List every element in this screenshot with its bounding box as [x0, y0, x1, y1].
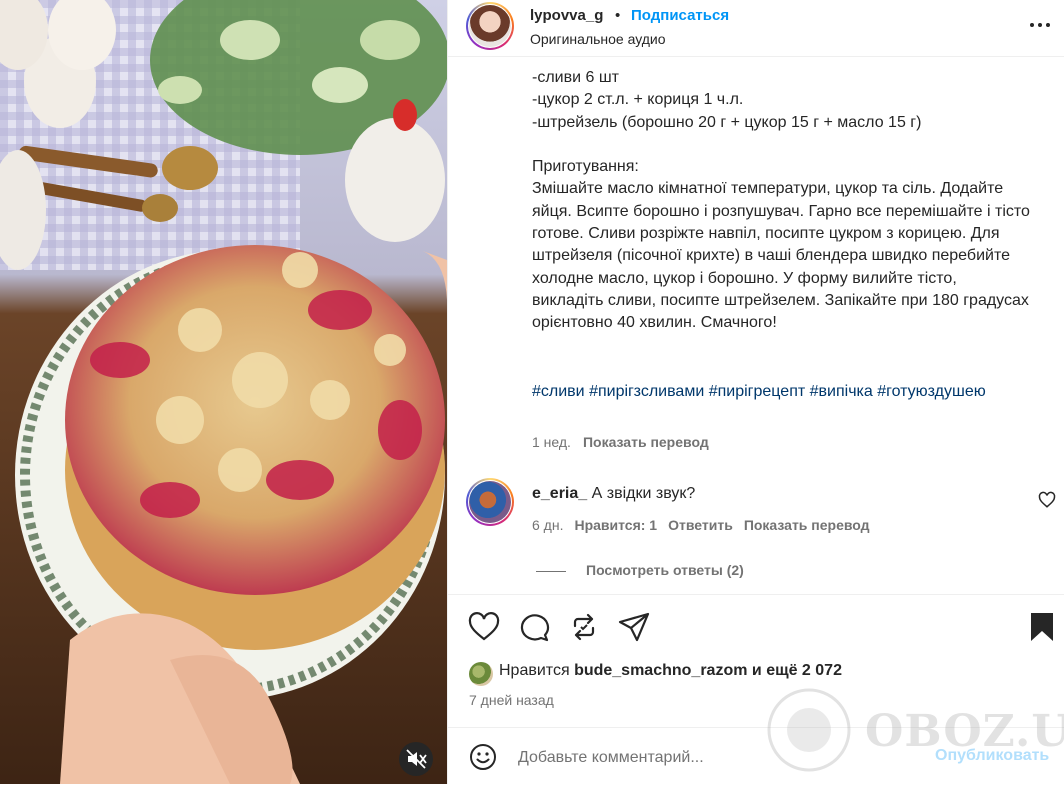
comment-likes[interactable]: Нравится: 1 [574, 517, 657, 533]
plum-cake-image [0, 0, 447, 784]
reply-button[interactable]: Ответить [668, 517, 733, 533]
hashtags: #сливи #пирігзсливами #пирігрецепт #випі… [532, 381, 1032, 403]
ingredient-line: -цукор 2 ст.л. + кориця 1 ч.л. [532, 91, 744, 109]
bookmark-icon[interactable] [1025, 610, 1059, 644]
hashtag-link[interactable]: #сливи [532, 383, 585, 400]
post-video[interactable] [0, 0, 447, 784]
hashtag-link[interactable]: #пирігзсливами [589, 383, 704, 400]
liker-username[interactable]: bude_smachno_razom [574, 662, 747, 679]
separator-dot: • [615, 7, 621, 24]
likes-summary: Нравится bude_smachno_razom и ещё 2 072 [499, 662, 842, 680]
audio-label[interactable]: Оригинальное аудио [530, 31, 666, 47]
commenter-username[interactable]: e_eria_ [532, 485, 587, 502]
publish-button[interactable]: Опубликовать [935, 747, 1049, 765]
translate-comment-button[interactable]: Показать перевод [744, 517, 870, 533]
method-title: Приготування: [532, 158, 639, 176]
author-avatar[interactable] [466, 2, 514, 50]
commenter-avatar[interactable] [466, 478, 514, 526]
hashtag-link[interactable]: #випічка [810, 383, 873, 400]
view-replies-button[interactable]: Посмотреть ответы (2) [536, 562, 744, 578]
post-header: lypovva_g • Подписаться Оригинальное ауд… [448, 0, 1064, 57]
caption-age: 1 нед. [532, 434, 571, 450]
repost-icon[interactable] [567, 610, 601, 644]
hashtag-link[interactable]: #пирігрецепт [709, 383, 805, 400]
ingredient-line: -штрейзель (борошно 20 г + цукор 15 г + … [532, 113, 922, 131]
likes-prefix: Нравится [499, 662, 570, 679]
comment-meta: 6 дн. Нравится: 1 Ответить Показать перевод [532, 517, 881, 533]
view-replies-label: Посмотреть ответы (2) [586, 562, 744, 578]
post-details-panel: lypovva_g • Подписаться Оригинальное ауд… [447, 0, 1064, 784]
method-text: Змішайте масло кімнатної температури, цу… [532, 180, 1030, 332]
caption-meta: 1 нед. Показать перевод [532, 434, 709, 450]
heart-icon[interactable] [467, 610, 501, 644]
action-bar: Нравится bude_smachno_razom и ещё 2 072 … [448, 594, 1064, 725]
liker-avatar[interactable] [469, 662, 493, 686]
share-icon[interactable] [617, 610, 651, 644]
comment-input[interactable] [518, 747, 898, 769]
post-timestamp: 7 дней назад [469, 692, 554, 708]
post-caption: -сливи 6 шт -цукор 2 ст.л. + кориця 1 ч.… [532, 67, 1032, 335]
replies-divider [536, 570, 566, 572]
post-comments-scroll[interactable]: -сливи 6 шт -цукор 2 ст.л. + кориця 1 ч.… [448, 57, 1064, 593]
add-comment-bar: Опубликовать [448, 727, 1064, 785]
emoji-icon[interactable] [468, 742, 498, 772]
ingredient-line: -сливи 6 шт [532, 69, 619, 86]
translate-caption-button[interactable]: Показать перевод [583, 434, 709, 450]
comment-text: А звідки звук? [591, 485, 696, 502]
more-options-icon[interactable] [1025, 10, 1055, 40]
likes-count[interactable]: и ещё 2 072 [752, 662, 842, 679]
comment: e_eria_ А звідки звук? [532, 485, 695, 503]
author-username[interactable]: lypovva_g [530, 7, 603, 24]
comment-age: 6 дн. [532, 517, 564, 533]
comment-like-icon[interactable] [1038, 491, 1056, 509]
mute-icon[interactable] [399, 742, 433, 776]
hashtag-link[interactable]: #готуюздушею [877, 383, 986, 400]
comment-icon[interactable] [517, 610, 551, 644]
follow-button[interactable]: Подписаться [631, 7, 729, 24]
